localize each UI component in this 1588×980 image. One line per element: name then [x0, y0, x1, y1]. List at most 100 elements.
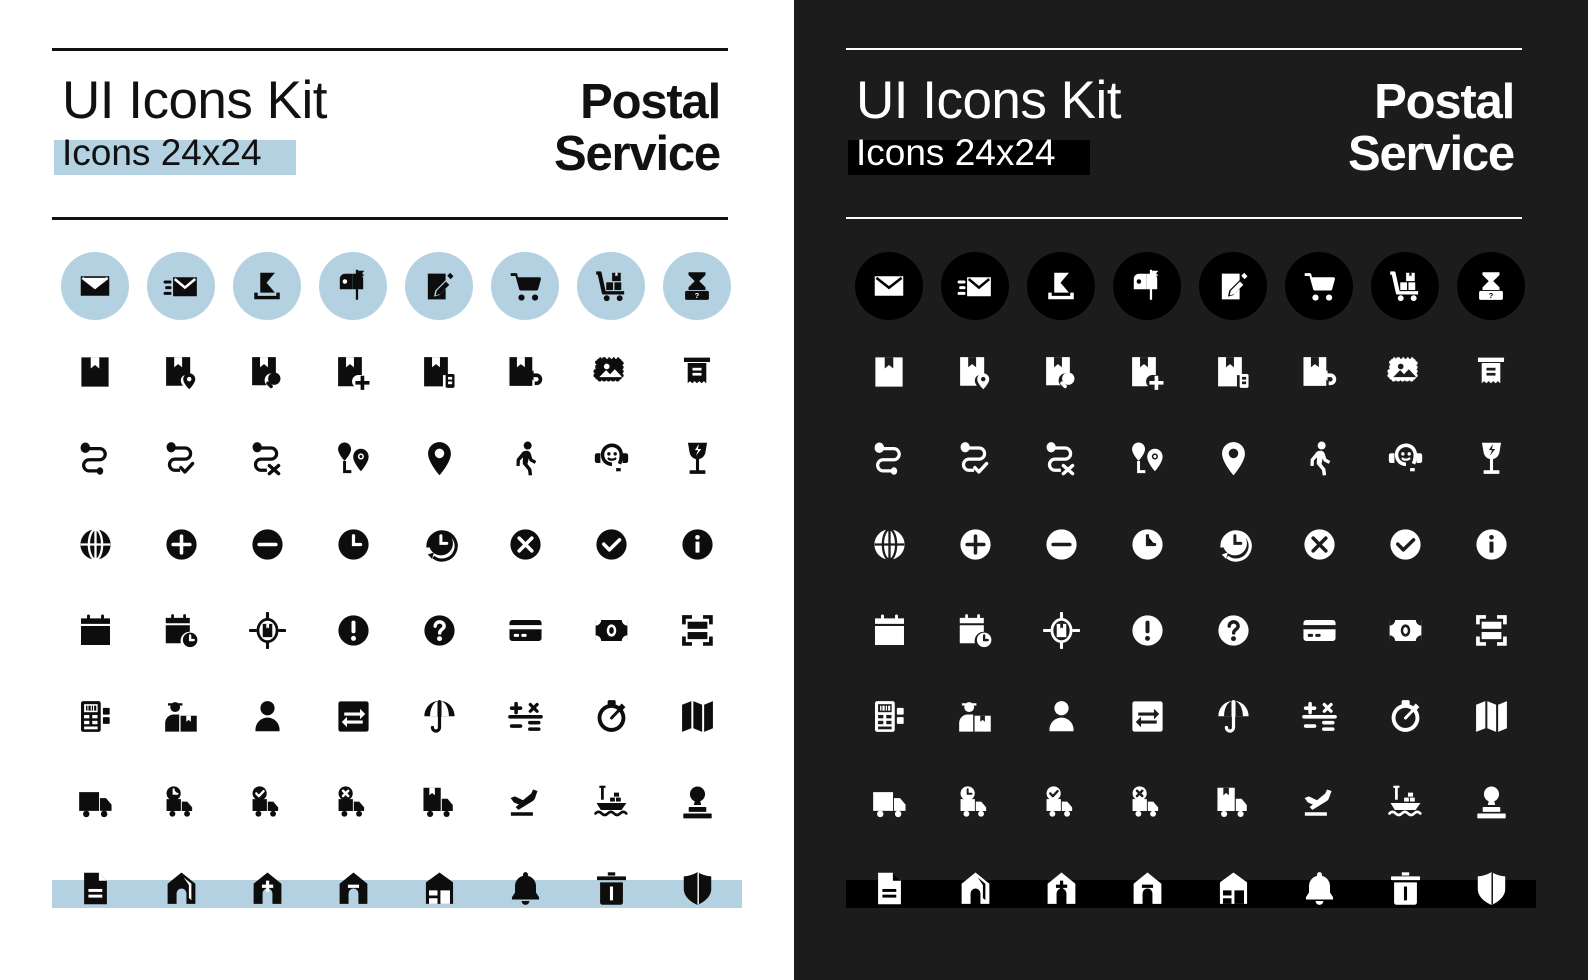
parcel-add-icon[interactable]	[310, 329, 396, 415]
receipt-icon[interactable]	[654, 329, 740, 415]
calendar-icon[interactable]	[52, 587, 138, 673]
delivery-truck-icon[interactable]	[846, 759, 932, 845]
parcel-target-icon[interactable]	[1018, 587, 1104, 673]
info-circle-icon[interactable]	[654, 501, 740, 587]
location-pin-icon[interactable]	[1190, 415, 1276, 501]
bell-icon[interactable]	[1276, 845, 1362, 931]
location-pin-icon[interactable]	[396, 415, 482, 501]
truck-parcel-icon[interactable]	[1190, 759, 1276, 845]
post-office-remove-icon[interactable]	[1104, 845, 1190, 931]
cargo-ship-icon[interactable]	[568, 759, 654, 845]
truck-clock-icon[interactable]	[932, 759, 1018, 845]
question-circle-icon[interactable]	[1190, 587, 1276, 673]
shopping-cart-icon[interactable]	[1276, 243, 1362, 329]
walking-courier-icon[interactable]	[1276, 415, 1362, 501]
alert-circle-icon[interactable]	[310, 587, 396, 673]
calendar-icon[interactable]	[846, 587, 932, 673]
parcel-search-icon[interactable]	[1018, 329, 1104, 415]
mailbox-icon[interactable]	[1104, 243, 1190, 329]
exchange-arrows-icon[interactable]	[1104, 673, 1190, 759]
courier-with-parcel-icon[interactable]	[138, 673, 224, 759]
postage-stamp-icon[interactable]	[1362, 329, 1448, 415]
route-cancelled-icon[interactable]	[224, 415, 310, 501]
post-office-add-icon[interactable]	[1018, 845, 1104, 931]
envelope-send-icon[interactable]	[932, 243, 1018, 329]
stopwatch-icon[interactable]	[568, 673, 654, 759]
post-office-add-icon[interactable]	[224, 845, 310, 931]
barcode-scanner-icon[interactable]	[52, 673, 138, 759]
shopping-cart-icon[interactable]	[482, 243, 568, 329]
parcel-add-icon[interactable]	[1104, 329, 1190, 415]
parcel-icon[interactable]	[52, 329, 138, 415]
globe-icon[interactable]	[52, 501, 138, 587]
banknote-icon[interactable]	[1362, 587, 1448, 673]
route-confirmed-icon[interactable]	[138, 415, 224, 501]
trash-icon[interactable]	[568, 845, 654, 931]
walking-courier-icon[interactable]	[482, 415, 568, 501]
parcel-return-icon[interactable]	[1276, 329, 1362, 415]
globe-icon[interactable]	[846, 501, 932, 587]
pin-to-pin-route-icon[interactable]	[1104, 415, 1190, 501]
delivery-truck-icon[interactable]	[52, 759, 138, 845]
folded-map-icon[interactable]	[1448, 673, 1534, 759]
parcel-target-icon[interactable]	[224, 587, 310, 673]
alert-circle-icon[interactable]	[1104, 587, 1190, 673]
postage-stamp-icon[interactable]	[568, 329, 654, 415]
calendar-clock-icon[interactable]	[932, 587, 1018, 673]
post-office-icon[interactable]	[932, 845, 1018, 931]
inbox-tray-icon[interactable]	[224, 243, 310, 329]
parcel-icon[interactable]	[846, 329, 932, 415]
clock-icon[interactable]	[1104, 501, 1190, 587]
warehouse-icon[interactable]	[396, 845, 482, 931]
stopwatch-icon[interactable]	[1362, 673, 1448, 759]
close-circle-icon[interactable]	[1276, 501, 1362, 587]
truck-cancel-icon[interactable]	[1104, 759, 1190, 845]
parcel-location-icon[interactable]	[932, 329, 1018, 415]
shield-icon[interactable]	[1448, 845, 1534, 931]
plus-circle-icon[interactable]	[138, 501, 224, 587]
pin-to-pin-route-icon[interactable]	[310, 415, 396, 501]
envelope-send-icon[interactable]	[138, 243, 224, 329]
clock-history-icon[interactable]	[396, 501, 482, 587]
weight-scale-icon[interactable]: ?	[654, 243, 740, 329]
rubber-stamp-icon[interactable]	[654, 759, 740, 845]
calculator-icon[interactable]	[482, 673, 568, 759]
trash-icon[interactable]	[1362, 845, 1448, 931]
envelope-icon[interactable]	[846, 243, 932, 329]
document-icon[interactable]	[846, 845, 932, 931]
hand-truck-boxes-icon[interactable]	[1362, 243, 1448, 329]
barcode-scan-icon[interactable]	[654, 587, 740, 673]
support-agent-icon[interactable]	[568, 415, 654, 501]
document-icon[interactable]	[52, 845, 138, 931]
user-icon[interactable]	[224, 673, 310, 759]
umbrella-insurance-icon[interactable]	[1190, 673, 1276, 759]
minus-circle-icon[interactable]	[224, 501, 310, 587]
fragile-glass-icon[interactable]	[1448, 415, 1534, 501]
calculator-icon[interactable]	[1276, 673, 1362, 759]
parcel-lock-icon[interactable]	[1190, 329, 1276, 415]
banknote-icon[interactable]	[568, 587, 654, 673]
exchange-arrows-icon[interactable]	[310, 673, 396, 759]
parcel-lock-icon[interactable]	[396, 329, 482, 415]
post-office-icon[interactable]	[138, 845, 224, 931]
parcel-search-icon[interactable]	[224, 329, 310, 415]
support-agent-icon[interactable]	[1362, 415, 1448, 501]
edit-document-icon[interactable]	[396, 243, 482, 329]
route-confirmed-icon[interactable]	[932, 415, 1018, 501]
warehouse-icon[interactable]	[1190, 845, 1276, 931]
courier-with-parcel-icon[interactable]	[932, 673, 1018, 759]
fragile-glass-icon[interactable]	[654, 415, 740, 501]
weight-scale-icon[interactable]: ?	[1448, 243, 1534, 329]
shield-icon[interactable]	[654, 845, 740, 931]
check-circle-icon[interactable]	[568, 501, 654, 587]
bell-icon[interactable]	[482, 845, 568, 931]
user-icon[interactable]	[1018, 673, 1104, 759]
parcel-location-icon[interactable]	[138, 329, 224, 415]
minus-circle-icon[interactable]	[1018, 501, 1104, 587]
credit-card-icon[interactable]	[1276, 587, 1362, 673]
hand-truck-boxes-icon[interactable]	[568, 243, 654, 329]
clock-icon[interactable]	[310, 501, 396, 587]
truck-parcel-icon[interactable]	[396, 759, 482, 845]
rubber-stamp-icon[interactable]	[1448, 759, 1534, 845]
cargo-ship-icon[interactable]	[1362, 759, 1448, 845]
